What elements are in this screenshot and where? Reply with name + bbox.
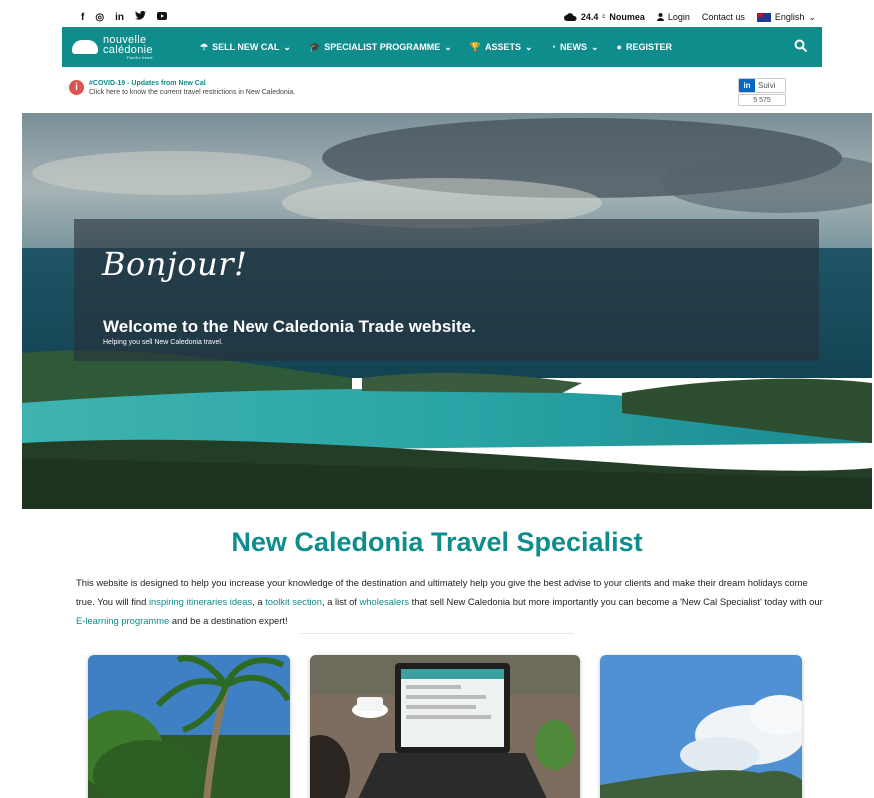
nav-menu: ☂ SELL NEW CAL ⌄ 🎓 SPECIALIST PROGRAMME …: [200, 42, 672, 53]
weather-city: Noumea: [609, 12, 645, 22]
intro-text-2: , a: [252, 596, 266, 607]
card-itineraries[interactable]: [88, 655, 290, 798]
card-destination[interactable]: [600, 655, 802, 798]
chevron-down-icon: ⌄: [590, 41, 599, 52]
instagram-icon[interactable]: ◎: [95, 12, 104, 23]
itineraries-link[interactable]: inspiring itineraries ideas: [149, 596, 252, 607]
page: f ◎ in 24.4 c Noumea Login Contact us En…: [0, 0, 874, 798]
login-label: Login: [667, 12, 690, 22]
nav-item-assets[interactable]: 🏆 ASSETS ⌄: [470, 42, 533, 53]
graduation-cap-icon: 🎓: [308, 41, 321, 52]
nav-item-label: SPECIALIST PROGRAMME: [324, 42, 441, 52]
facebook-icon[interactable]: f: [81, 12, 84, 23]
language-selector[interactable]: English ⌄: [756, 11, 816, 23]
intro-text-3: , a list of: [322, 596, 360, 607]
user-icon: [656, 13, 664, 21]
linkedin-follow-button[interactable]: in Suivi: [738, 78, 786, 93]
elearning-link[interactable]: E-learning programme: [76, 615, 169, 626]
user-icon: ●: [616, 42, 622, 52]
wholesalers-link[interactable]: wholesalers: [360, 596, 410, 607]
section-title: New Caledonia Travel Specialist: [231, 527, 643, 557]
australia-flag-icon: [756, 12, 771, 22]
nav-item-sell-new-cal[interactable]: ☂ SELL NEW CAL ⌄: [200, 42, 291, 53]
nav-item-register[interactable]: ● REGISTER: [617, 42, 672, 53]
nav-item-label: SELL NEW CAL: [212, 42, 280, 52]
banner-title: #COVID-19 - Updates from New Cal: [89, 80, 206, 87]
linkedin-icon: in: [739, 79, 755, 92]
chevron-down-icon: ⌄: [444, 41, 452, 52]
youtube-icon[interactable]: [156, 11, 167, 23]
rss-icon: ◔: [550, 42, 556, 52]
toolkit-link[interactable]: toolkit section: [265, 596, 322, 607]
weather-widget: 24.4 c Noumea: [563, 12, 645, 22]
main-navigation: nouvelle calédonie Pacific heart ☂ SELL …: [62, 27, 822, 67]
follower-count: 5 575: [738, 94, 786, 106]
chevron-down-icon: ⌄: [808, 11, 816, 22]
hero-greeting: Bonjour!: [102, 245, 248, 283]
trophy-icon: 🏆: [469, 41, 481, 52]
covid-banner[interactable]: i #COVID-19 - Updates from New Cal Click…: [62, 78, 822, 106]
contact-label: Contact us: [701, 12, 745, 22]
hero-subtitle: Helping you sell New Caledonia travel.: [103, 339, 223, 346]
nav-item-label: NEWS: [559, 42, 587, 52]
logo-text: nouvelle calédonie Pacific heart: [103, 33, 153, 60]
cloud-icon: [563, 13, 577, 21]
utility-bar: f ◎ in 24.4 c Noumea Login Contact us En…: [75, 8, 822, 26]
nav-item-specialist-programme[interactable]: 🎓 SPECIALIST PROGRAMME ⌄: [309, 42, 452, 53]
logo-line2: calédonie: [103, 43, 153, 56]
nav-item-label: REGISTER: [625, 42, 672, 52]
nav-item-news[interactable]: ◔ NEWS ⌄: [551, 42, 599, 53]
chevron-down-icon: ⌄: [524, 41, 533, 52]
social-links: f ◎ in: [75, 10, 167, 23]
mountain-sky-image: [600, 655, 802, 798]
contact-link[interactable]: Contact us: [702, 12, 745, 22]
intro-text-5: and be a destination expert!: [169, 615, 288, 626]
chevron-down-icon: ⌄: [283, 41, 291, 52]
intro-text-4: that sell New Caledonia but more importa…: [409, 596, 823, 607]
search-icon[interactable]: [794, 39, 808, 53]
intro-paragraph: This website is designed to help you inc…: [76, 573, 824, 630]
linkedin-icon[interactable]: in: [115, 12, 124, 23]
follow-label: Suivi: [758, 81, 776, 90]
alert-icon: i: [69, 80, 84, 95]
divider: [300, 633, 574, 634]
hero-overlay: Bonjour! Welcome to the New Caledonia Tr…: [74, 219, 819, 361]
site-logo[interactable]: nouvelle calédonie Pacific heart: [62, 33, 192, 60]
weather-unit: c: [602, 14, 606, 20]
banner-text: Click here to know the current travel re…: [89, 89, 296, 96]
twitter-icon[interactable]: [134, 10, 146, 23]
nav-item-label: ASSETS: [484, 42, 521, 52]
hero-banner: Bonjour! Welcome to the New Caledonia Tr…: [22, 113, 872, 509]
card-elearning[interactable]: [310, 655, 580, 798]
linkedin-follow-widget[interactable]: in Suivi 5 575: [738, 78, 786, 106]
login-link[interactable]: Login: [656, 12, 690, 22]
logo-line1: nouvelle: [103, 33, 147, 46]
laptop-image: [310, 655, 580, 798]
hero-headline: Welcome to the New Caledonia Trade websi…: [103, 317, 476, 336]
umbrella-icon: ☂: [200, 41, 209, 52]
utility-links: 24.4 c Noumea Login Contact us English ⌄: [563, 11, 822, 23]
palm-tree-image: [88, 655, 290, 798]
logo-wave-icon: [72, 40, 98, 54]
language-label: English: [774, 12, 805, 22]
weather-temp: 24.4: [580, 12, 599, 22]
